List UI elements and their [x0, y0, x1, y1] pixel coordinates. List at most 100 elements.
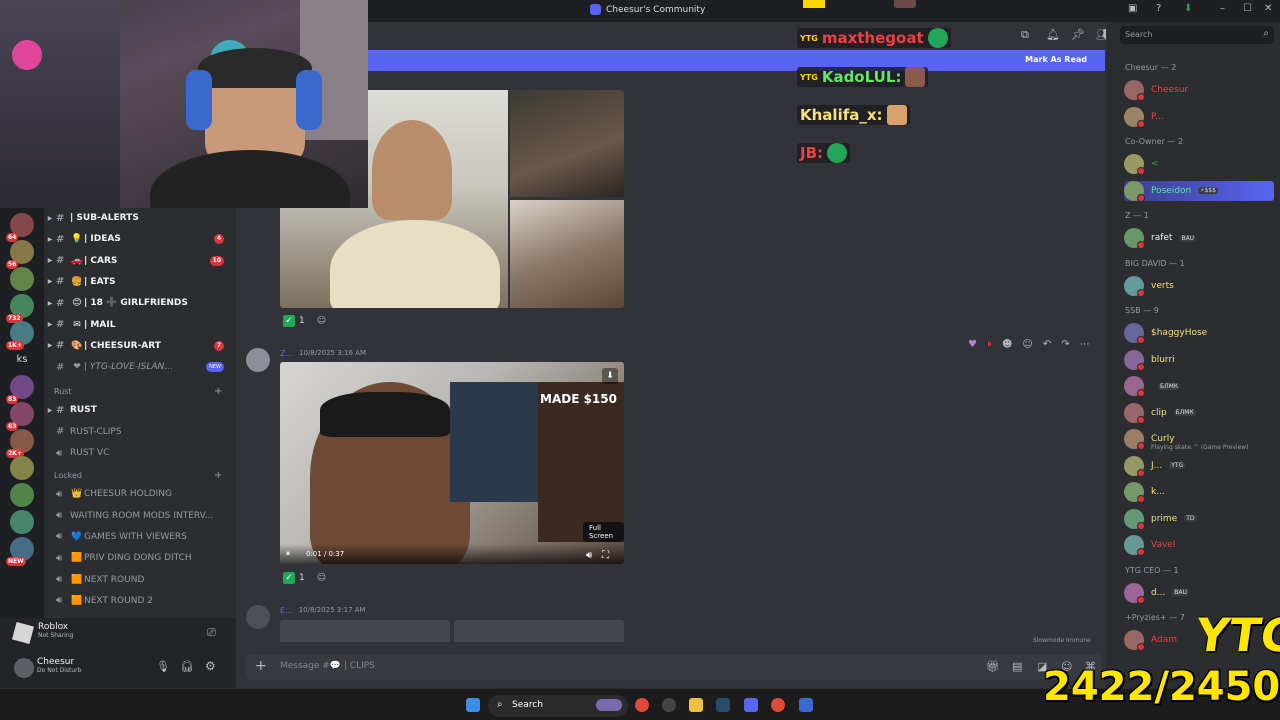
emoji-reaction-icon[interactable]: ☻	[1002, 339, 1012, 350]
server-icon[interactable]: 1K+	[6, 321, 34, 350]
voice-channel-item[interactable]: 🔊︎ 🟧 NEXT ROUND 2	[44, 591, 236, 611]
server-icon[interactable]: 732	[6, 294, 34, 323]
category-header[interactable]: Rust +	[54, 386, 222, 397]
member-item[interactable]: prime TD	[1124, 508, 1197, 530]
chrome-icon[interactable]	[635, 698, 649, 712]
start-icon[interactable]	[466, 698, 480, 712]
attach-plus-icon[interactable]: +	[255, 658, 267, 674]
video-controls[interactable]: ⏸ 0:01 / 0:37 🔊︎ ⛶	[280, 544, 624, 564]
channel-item[interactable]: ▶ # 😊 | 18 ➕ GIRLFRIENDS	[44, 293, 236, 313]
minimize-icon[interactable]: –	[1220, 3, 1225, 14]
settings-gear-icon[interactable]: ⚙	[205, 659, 216, 673]
member-item[interactable]: clip БЛМК	[1124, 402, 1196, 424]
channel-item[interactable]: ▶ # 🚗 | CARS 10	[44, 251, 236, 271]
member-item[interactable]: <	[1124, 154, 1159, 175]
member-item[interactable]: blurri	[1124, 349, 1175, 371]
reply-icon[interactable]: ↶	[1043, 339, 1051, 350]
member-item[interactable]: rafet BAU	[1124, 228, 1197, 249]
app-icon[interactable]	[799, 698, 813, 712]
member-item[interactable]: Vavel	[1124, 535, 1175, 556]
member-item[interactable]: Cheesur	[1124, 80, 1188, 101]
author-name[interactable]: Z...	[280, 349, 293, 358]
server-icon[interactable]: 2K+	[6, 429, 34, 458]
member-item[interactable]: verts	[1124, 275, 1174, 297]
channel-item[interactable]: ▶ # 🍔 | EATS	[44, 272, 236, 292]
pin-icon[interactable]: 📌︎	[1071, 28, 1085, 41]
inbox-icon[interactable]: ▣	[1128, 3, 1137, 14]
bell-icon[interactable]: 🔔︎	[1046, 28, 1060, 41]
add-reaction-icon[interactable]: ☺	[317, 573, 326, 583]
author-name[interactable]: E...	[280, 606, 293, 615]
member-item[interactable]: P...	[1124, 106, 1164, 128]
widget-icon[interactable]	[596, 699, 622, 711]
server-icon[interactable]	[10, 267, 34, 291]
channel-item[interactable]: ▶ # 💡 | IDEAS 4	[44, 229, 236, 249]
add-reaction-icon[interactable]: ☺	[1022, 339, 1032, 350]
server-icon[interactable]: 83	[6, 375, 34, 404]
screen-share-icon[interactable]: ⎚	[207, 626, 216, 640]
channel-item[interactable]: ▶ # 🎨 | CHEESUR-ART 7	[44, 336, 236, 356]
server-icon[interactable]: 56	[6, 240, 34, 269]
checkmark-icon[interactable]: ✓	[283, 572, 295, 584]
gif-icon[interactable]: ▤	[1012, 660, 1022, 673]
server-icon[interactable]	[10, 510, 34, 534]
attachment-preview[interactable]	[454, 620, 624, 642]
checkmark-icon[interactable]: ✓	[283, 315, 295, 327]
server-icon[interactable]	[10, 456, 34, 480]
new-messages-banner[interactable]: Mark As Read	[368, 50, 1105, 71]
forward-icon[interactable]: ↷	[1061, 339, 1069, 350]
headphones-icon[interactable]: 🎧︎	[180, 660, 194, 673]
image-attachment[interactable]	[510, 90, 624, 197]
gift-icon[interactable]: 🎁︎	[986, 660, 1000, 673]
server-icon[interactable]: NEW	[6, 537, 34, 566]
member-item[interactable]: d... BAU	[1124, 582, 1189, 604]
close-icon[interactable]: ✕	[1264, 3, 1272, 14]
mark-as-read-button[interactable]: Mark As Read	[1025, 55, 1087, 64]
download-icon[interactable]: ⬇	[1184, 3, 1192, 14]
member-item[interactable]: Adam	[1124, 630, 1177, 651]
channel-item[interactable]: # ❤ | YTG-LOVE-ISLAN... NEW	[44, 357, 236, 377]
member-item[interactable]: БЛМК	[1124, 376, 1181, 397]
channel-item[interactable]: ▶ # | SUB-ALERTS	[44, 208, 236, 228]
server-icon[interactable]: ks	[10, 348, 34, 372]
voice-channel-item[interactable]: 🔊︎ WAITING ROOM MODS INTERV...	[44, 506, 236, 526]
app-icon[interactable]	[662, 698, 676, 712]
image-attachment[interactable]	[510, 200, 624, 308]
add-reaction-icon[interactable]: ☺	[317, 316, 326, 326]
channel-item[interactable]: 🔊︎ RUST VC	[44, 443, 236, 463]
heart-reaction-icon[interactable]: ♥	[968, 339, 977, 350]
threads-icon[interactable]: ⧉	[1021, 28, 1029, 42]
category-header[interactable]: Locked +	[54, 470, 222, 481]
voice-channel-item[interactable]: 🔊︎ 🟧 NEXT ROUND	[44, 570, 236, 590]
add-channel-icon[interactable]: +	[214, 470, 222, 481]
file-explorer-icon[interactable]	[689, 698, 703, 712]
video-player[interactable]: MADE $150 ⬇ Full Screen ⏸ 0:01 / 0:37 🔊︎…	[280, 362, 624, 564]
more-icon[interactable]: ⋯	[1080, 339, 1090, 350]
add-channel-icon[interactable]: +	[214, 386, 222, 397]
member-item[interactable]: k...	[1124, 482, 1165, 503]
avatar[interactable]	[14, 658, 34, 678]
microphone-icon[interactable]: 🎙︎	[156, 660, 170, 673]
voice-channel-item[interactable]: 🔊︎ 💙 GAMES WITH VIEWERS	[44, 527, 236, 547]
member-item[interactable]: Curly Playing skate.™ (Game Preview)	[1124, 429, 1249, 451]
channel-item[interactable]: # RUST-CLIPS	[44, 422, 236, 442]
channel-item[interactable]: ▶ # ✉ | MAIL	[44, 315, 236, 335]
voice-channel-item[interactable]: 🔊︎ 👑 CHEESUR HOLDING	[44, 484, 236, 504]
server-icon[interactable]: 63	[6, 402, 34, 431]
pause-icon[interactable]: ⏸	[286, 549, 290, 559]
fullscreen-icon[interactable]: ⛶	[602, 550, 609, 561]
help-icon[interactable]: ?	[1156, 3, 1161, 14]
avatar[interactable]	[246, 605, 270, 629]
member-item[interactable]: $haggyHose	[1124, 323, 1207, 344]
message-input[interactable]: Message #💬 | CLIPS	[280, 661, 375, 671]
maximize-icon[interactable]: ☐	[1243, 3, 1252, 14]
download-icon[interactable]: ⬇	[602, 368, 618, 384]
avatar[interactable]	[246, 348, 270, 372]
message-composer[interactable]: + Message #💬 | CLIPS 🎁︎ ▤ ◪ ☺ ⌘	[246, 654, 1102, 680]
search-input[interactable]: Search	[1125, 30, 1152, 39]
channel-item[interactable]: ▶ # RUST	[44, 400, 236, 420]
chrome-icon[interactable]	[771, 698, 785, 712]
member-item[interactable]: Poseidon ⚡$$$	[1124, 180, 1274, 202]
search-bar[interactable]: Search ⌕	[1120, 26, 1274, 44]
steam-icon[interactable]	[716, 698, 730, 712]
